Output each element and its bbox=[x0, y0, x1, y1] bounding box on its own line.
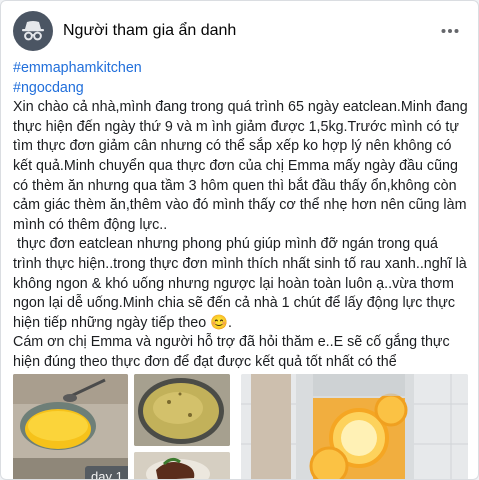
post-text-line: ngon lại dễ uống.Minh chia sẽ đến cả nhà… bbox=[13, 295, 455, 312]
post-text-line: hiện tiếp những ngày tiếp theo 😊. bbox=[13, 314, 232, 331]
author-name[interactable]: Người tham gia ẩn danh bbox=[63, 22, 236, 40]
post-text-line: mình có thêm động lực.. bbox=[13, 216, 168, 233]
post-text-line: kết quả.Minh chuyển qua thực đơn của chị… bbox=[13, 157, 458, 174]
more-options-button[interactable] bbox=[436, 17, 464, 45]
post-text-line: Xin chào cả nhà,mình đang trong quá trìn… bbox=[13, 99, 468, 116]
post-text-line: không ngon & khó uống nhưng ngược lại ho… bbox=[13, 275, 454, 292]
post-header: Người tham gia ẩn danh bbox=[13, 11, 468, 51]
hashtag-link[interactable]: #ngocdang bbox=[13, 79, 475, 99]
photo-lemon-water[interactable] bbox=[241, 374, 468, 479]
photo-label: day 1 bbox=[91, 469, 123, 480]
post-body: #emmaphamkitchen #ngocdang Xin chào cả n… bbox=[13, 59, 475, 373]
avatar[interactable] bbox=[13, 11, 53, 51]
post-text-line: thực đơn eatclean nhưng phong phú giúp m… bbox=[13, 236, 439, 253]
post-text-line: hiện đúng theo thực đơn để đạt được kết … bbox=[13, 353, 397, 370]
hashtag-link[interactable]: #emmaphamkitchen bbox=[13, 59, 475, 79]
more-horizontal-icon bbox=[441, 29, 459, 33]
anonymous-spy-icon bbox=[22, 21, 44, 41]
post-card: Người tham gia ẩn danh #emmaphamkitchen … bbox=[0, 0, 479, 480]
photo-yellow-drink[interactable]: day 1 bbox=[13, 374, 128, 480]
photo-grid: day 1 bbox=[13, 374, 468, 480]
post-text-line: cảm giác thèm ăn,thêm vào đó mình thấy c… bbox=[13, 197, 467, 214]
post-text-line: có thèm ăn nhưng qua tầm 3 hôm quen thì … bbox=[13, 177, 457, 194]
post-text-line: trình thực hiện..trong thực đơn mình thí… bbox=[13, 255, 467, 272]
photo-porridge-bowl[interactable] bbox=[134, 374, 230, 446]
post-text-line: Cám ơn chị Emma và người hỗ trợ đã hỏi t… bbox=[13, 334, 450, 351]
post-text-line: thực hiện đến ngày thứ 9 và m ình giảm đ… bbox=[13, 118, 459, 135]
photo-meat-dish[interactable] bbox=[134, 452, 230, 479]
post-text-line: tìm thực đơn giảm cân nhưng có thể sắp x… bbox=[13, 138, 452, 155]
